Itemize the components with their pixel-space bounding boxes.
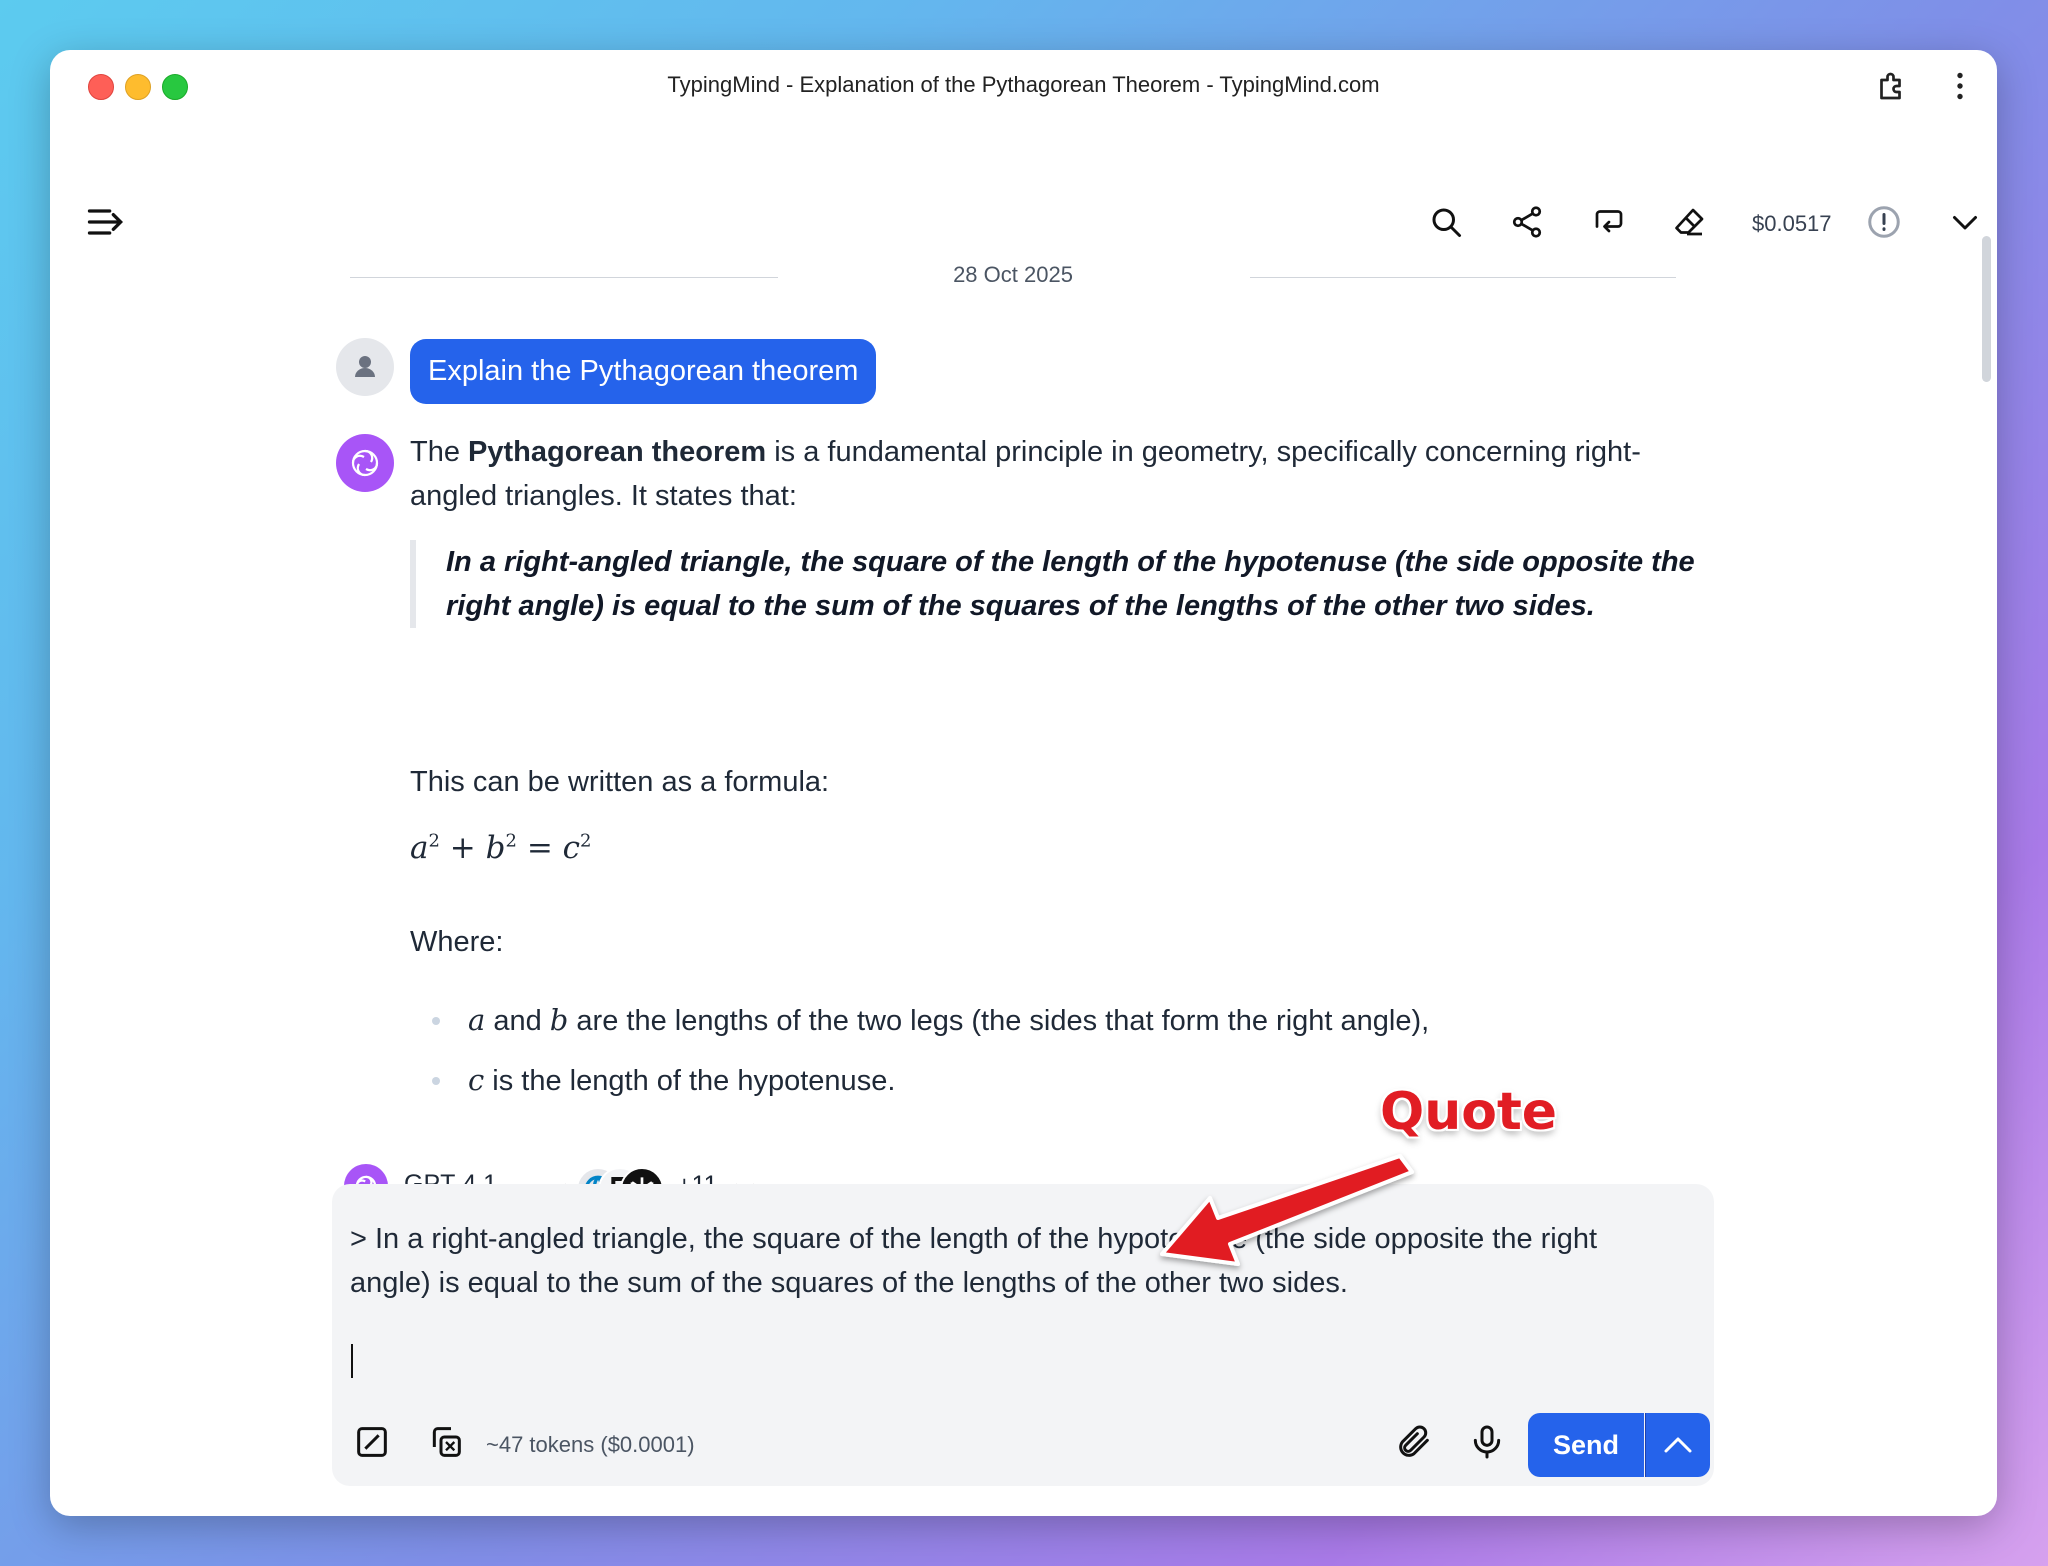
list-item: a and b are the lengths of the two legs … xyxy=(410,998,1710,1058)
more-options-icon[interactable] xyxy=(1942,68,1978,104)
info-alert-icon[interactable] xyxy=(1866,204,1902,240)
eraser-icon[interactable] xyxy=(1672,204,1708,240)
text-caret xyxy=(351,1344,353,1378)
assistant-paragraph-formula-intro: This can be written as a formula: xyxy=(410,766,830,798)
attach-file-icon[interactable] xyxy=(1394,1422,1434,1462)
user-avatar xyxy=(336,338,394,396)
app-window: TypingMind - Explanation of the Pythagor… xyxy=(50,50,1997,1516)
assistant-blockquote: In a right-angled triangle, the square o… xyxy=(410,540,1736,628)
message-input[interactable]: > In a right-angled triangle, the square… xyxy=(350,1217,1680,1305)
annotation-arrow xyxy=(1160,1154,1414,1266)
assistant-paragraph-where: Where: xyxy=(410,926,504,958)
date-separator: 28 Oct 2025 xyxy=(350,262,1676,292)
share-icon[interactable] xyxy=(1509,204,1545,240)
chevron-down-icon[interactable] xyxy=(1947,204,1983,240)
user-message-bubble[interactable]: Explain the Pythagorean theorem xyxy=(410,339,877,404)
conversation-cost: $0.0517 xyxy=(1752,211,1832,236)
send-options-button[interactable] xyxy=(1645,1413,1710,1477)
extensions-icon[interactable] xyxy=(1874,68,1910,104)
token-count: ~47 tokens ($0.0001) xyxy=(486,1432,695,1457)
date-label: 28 Oct 2025 xyxy=(953,262,1073,287)
toggle-sidebar-icon[interactable] xyxy=(84,200,128,244)
pythagorean-formula: a2 + b2 = c2 xyxy=(410,830,592,866)
assistant-paragraph-intro: The Pythagorean theorem is a fundamental… xyxy=(410,436,1641,512)
scrollbar-thumb[interactable] xyxy=(1982,236,1991,382)
microphone-icon[interactable] xyxy=(1467,1422,1507,1462)
duplicate-icon[interactable] xyxy=(426,1422,466,1462)
send-button[interactable]: Send xyxy=(1528,1413,1644,1477)
search-icon[interactable] xyxy=(1428,204,1464,240)
title-bar: TypingMind - Explanation of the Pythagor… xyxy=(50,50,1997,120)
assistant-avatar xyxy=(336,434,394,492)
prompt-library-icon[interactable] xyxy=(352,1422,392,1462)
annotation-label: Quote xyxy=(1380,1082,1558,1142)
chevron-up-icon xyxy=(1664,1437,1692,1453)
window-title: TypingMind - Explanation of the Pythagor… xyxy=(667,72,1380,97)
cast-icon[interactable] xyxy=(1591,204,1627,240)
